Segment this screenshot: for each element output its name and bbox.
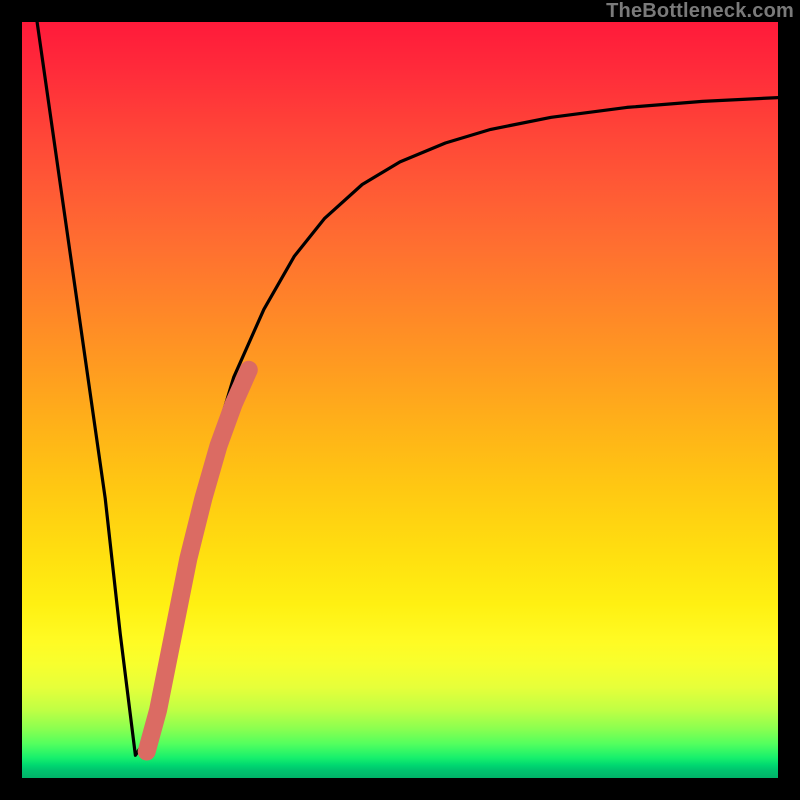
bottleneck-curve	[37, 22, 778, 755]
watermark-text: TheBottleneck.com	[606, 0, 794, 23]
plot-area	[22, 22, 778, 778]
chart-container: TheBottleneck.com	[0, 0, 800, 800]
highlight-segment	[147, 370, 249, 752]
curve-layer	[22, 22, 778, 778]
